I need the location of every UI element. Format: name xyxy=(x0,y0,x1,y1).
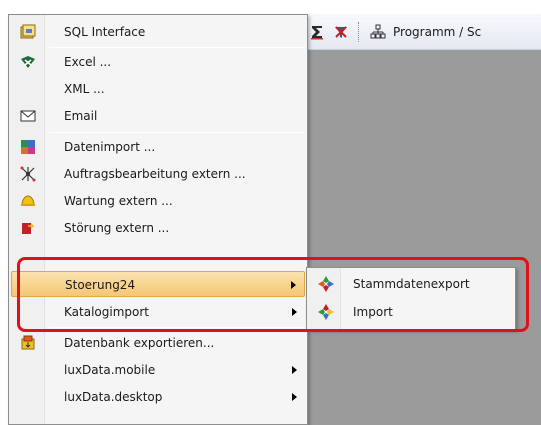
master-data-export-icon xyxy=(317,275,335,293)
menu-item-luxdata-desktop[interactable]: luxData.desktop xyxy=(11,384,305,410)
menu-item-datenimport[interactable]: Datenimport ... xyxy=(11,134,305,160)
data-import-icon xyxy=(19,138,37,156)
menu-item-katalogimport[interactable]: Katalogimport xyxy=(11,299,305,325)
submenu-item-import[interactable]: Import xyxy=(309,299,513,325)
menu-separator xyxy=(49,132,305,133)
menu-separator xyxy=(49,327,305,328)
submenu-arrow-icon xyxy=(292,366,297,374)
menu-item-luxdata-mobile[interactable]: luxData.mobile xyxy=(11,357,305,383)
toolbar: Programm / Sc xyxy=(300,14,541,50)
menu-item-xml[interactable]: XML ... xyxy=(11,76,305,102)
fault-icon xyxy=(19,219,37,237)
menu-item-wartung-extern[interactable]: Wartung extern ... xyxy=(11,188,305,214)
excel-icon xyxy=(19,53,37,71)
submenu-item-stammdatenexport[interactable]: Stammdatenexport xyxy=(309,271,513,297)
helmet-icon xyxy=(19,192,37,210)
toolbar-separator xyxy=(358,21,361,42)
menu-item-sql-interface[interactable]: SQL Interface xyxy=(11,19,305,45)
stoerung24-submenu: Stammdatenexport Import xyxy=(306,267,516,330)
menu-separator xyxy=(49,47,305,48)
menu-item-stoerung-extern[interactable]: Störung extern ... xyxy=(11,215,305,241)
context-menu: SQL Interface Excel ... XML ... Email Da… xyxy=(8,14,308,425)
sql-interface-icon xyxy=(19,23,37,41)
filter-sum-icon[interactable] xyxy=(308,23,326,41)
database-export-icon xyxy=(19,334,37,352)
workspace-area xyxy=(300,50,541,425)
menu-item-stoerung24[interactable]: Stoerung24 xyxy=(11,271,305,297)
clear-filter-icon[interactable] xyxy=(332,23,350,41)
submenu-arrow-icon xyxy=(291,281,296,289)
menu-item-excel[interactable]: Excel ... xyxy=(11,49,305,75)
menu-item-datenbank-exportieren[interactable]: Datenbank exportieren... xyxy=(11,330,305,356)
menu-item-email[interactable]: Email xyxy=(11,103,305,129)
submenu-arrow-icon xyxy=(292,308,297,316)
email-icon xyxy=(19,107,37,125)
submenu-arrow-icon xyxy=(292,393,297,401)
network-icon xyxy=(19,165,37,183)
hierarchy-icon xyxy=(369,23,387,41)
import-icon xyxy=(317,303,335,321)
menu-item-auftragsbearbeitung[interactable]: Auftragsbearbeitung extern ... xyxy=(11,161,305,187)
program-button[interactable]: Programm / Sc xyxy=(393,25,481,39)
